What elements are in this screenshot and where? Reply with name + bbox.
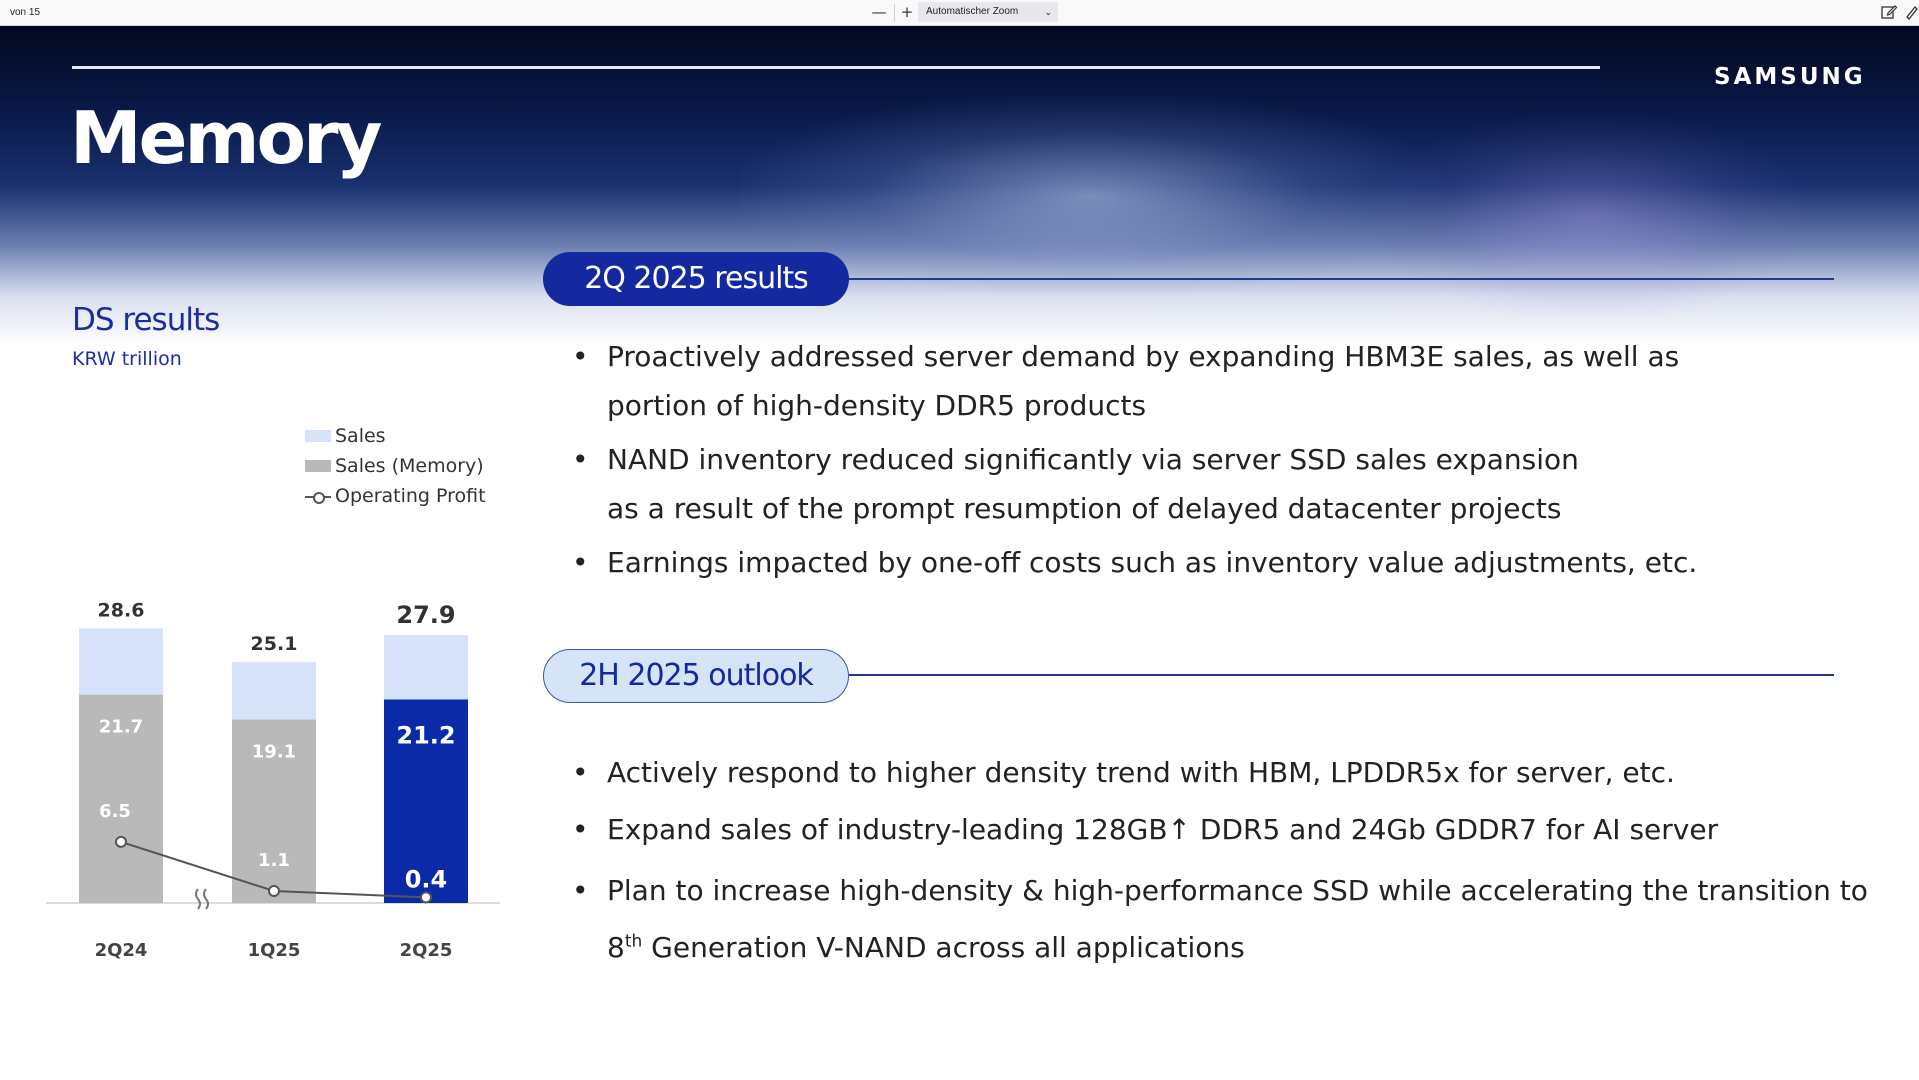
legend-label: Sales bbox=[335, 425, 386, 447]
ordinal-suffix: th bbox=[624, 931, 643, 952]
bullet-line: Actively respond to higher density trend… bbox=[607, 756, 1675, 789]
chart-legend: Sales Sales (Memory) Operating Profit bbox=[305, 421, 486, 511]
list-item: NAND inventory reduced significantly via… bbox=[572, 435, 1697, 533]
page-count-label: von 15 bbox=[10, 7, 41, 18]
bullet-line: Earnings impacted by one-off costs such … bbox=[607, 546, 1698, 579]
background-glow bbox=[1380, 116, 1800, 316]
bullet-line: Generation V-NAND across all application… bbox=[642, 931, 1245, 964]
results-pill: 2Q 2025 results bbox=[543, 252, 849, 306]
unit-label: KRW trillion bbox=[72, 348, 182, 370]
ds-results-heading: DS results bbox=[72, 302, 220, 338]
legend-item-operating-profit: Operating Profit bbox=[305, 481, 486, 511]
results-list: Proactively addressed server demand by e… bbox=[572, 332, 1697, 592]
bullet-line: as a result of the prompt resumption of … bbox=[607, 492, 1562, 525]
outlook-list: Actively respond to higher density trend… bbox=[572, 748, 1868, 984]
bullet-line: 8 bbox=[607, 931, 625, 964]
samsung-logo: SAMSUNG bbox=[1714, 64, 1866, 90]
bullet-line: Plan to increase high-density & high-per… bbox=[607, 874, 1868, 907]
bullet-line: NAND inventory reduced significantly via… bbox=[607, 443, 1579, 476]
bullet-line: Proactively addressed server demand by e… bbox=[607, 340, 1680, 373]
edit-icon[interactable] bbox=[1880, 3, 1898, 21]
legend-item-sales-memory: Sales (Memory) bbox=[305, 451, 486, 481]
list-item: Actively respond to higher density trend… bbox=[572, 748, 1868, 797]
outlook-pill: 2H 2025 outlook bbox=[543, 649, 849, 703]
outlook-rule bbox=[849, 674, 1834, 676]
slide-title: Memory bbox=[70, 96, 382, 180]
list-item: Plan to increase high-density & high-per… bbox=[572, 862, 1868, 976]
bullet-line: Expand sales of industry-leading 128GB↑ … bbox=[607, 813, 1719, 846]
zoom-out-button[interactable]: — bbox=[869, 2, 889, 22]
chevron-down-icon: ⌄ bbox=[1044, 7, 1052, 17]
zoom-in-button[interactable]: + bbox=[897, 2, 917, 22]
legend-swatch bbox=[305, 430, 331, 442]
bullet-line: portion of high-density DDR5 products bbox=[607, 389, 1147, 422]
viewer-toolbar: von 15 — + Automatischer Zoom ⌄ bbox=[0, 0, 1919, 26]
legend-label: Sales (Memory) bbox=[335, 455, 484, 477]
list-item: Earnings impacted by one-off costs such … bbox=[572, 538, 1697, 587]
legend-swatch-line bbox=[305, 490, 331, 504]
list-item: Proactively addressed server demand by e… bbox=[572, 332, 1697, 430]
legend-item-sales: Sales bbox=[305, 421, 486, 451]
zoom-select[interactable]: Automatischer Zoom ⌄ bbox=[918, 2, 1058, 22]
draw-icon[interactable] bbox=[1905, 3, 1919, 21]
header-rule bbox=[72, 66, 1600, 69]
results-rule bbox=[849, 278, 1834, 280]
zoom-select-value: Automatischer Zoom bbox=[926, 6, 1019, 17]
legend-label: Operating Profit bbox=[335, 485, 486, 507]
legend-swatch bbox=[305, 460, 331, 472]
list-item: Expand sales of industry-leading 128GB↑ … bbox=[572, 805, 1868, 854]
toolbar-separator bbox=[894, 4, 895, 22]
